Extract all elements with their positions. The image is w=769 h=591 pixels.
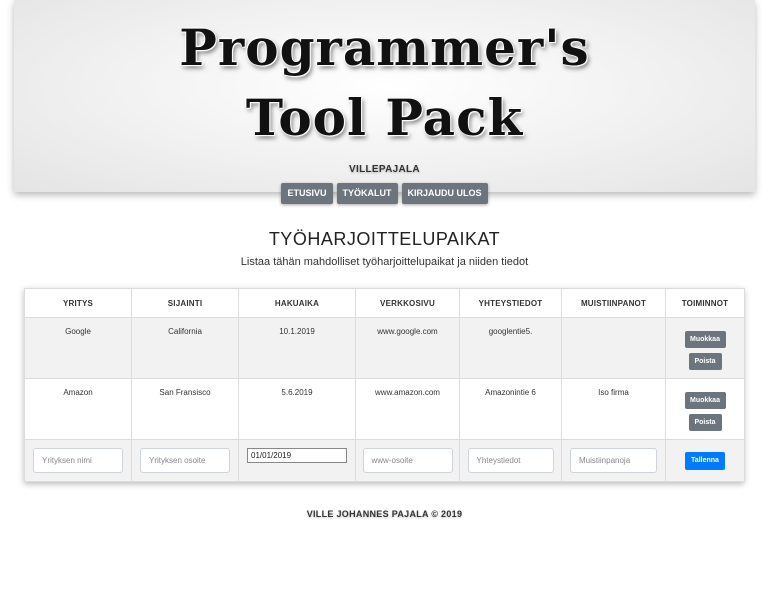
table-header-row: YRITYS SIJAINTI HAKUAIKA VERKKOSIVU YHTE… — [24, 288, 745, 318]
cell-location: San Fransisco — [131, 378, 239, 440]
table-row: Amazon San Fransisco 5.6.2019 www.amazon… — [24, 378, 745, 440]
page-subtitle: Listaa tähän mahdolliset työharjoittelup… — [240, 256, 529, 268]
cell-actions: Muokkaa Poista — [665, 378, 745, 440]
column-header-location: SIJAINTI — [131, 288, 239, 318]
nav-home-button[interactable]: ETUSIVU — [281, 183, 333, 204]
cell-website: www.google.com — [355, 317, 460, 379]
new-entry-row: Yrityksen nimi Yrityksen osoite 01/01/20… — [24, 439, 745, 482]
cell-contact: Amazonintie 6 — [459, 378, 562, 440]
logo-title-line1: Programmer's — [179, 18, 590, 77]
cell-actions: Muokkaa Poista — [665, 317, 745, 379]
cell-notes — [561, 317, 666, 379]
location-input[interactable]: Yrityksen osoite — [140, 448, 230, 473]
edit-button[interactable]: Muokkaa — [684, 392, 726, 409]
column-header-notes: MUISTIINPANOT — [561, 288, 666, 318]
website-input[interactable]: www-osoite — [362, 448, 453, 473]
cell-deadline: 5.6.2019 — [238, 378, 356, 440]
cell-location: California — [131, 317, 239, 379]
date-input[interactable]: 01/01/2019 — [247, 448, 347, 463]
column-header-company: YRITYS — [24, 288, 132, 318]
internships-table: YRITYS SIJAINTI HAKUAIKA VERKKOSIVU YHTE… — [24, 288, 745, 482]
page-header: Programmer's Tool Pack VILLEPAJALA ETUSI… — [14, 0, 755, 204]
column-header-actions: TOIMINNOT — [665, 288, 745, 318]
nav-logout-button[interactable]: KIRJAUDU ULOS — [401, 183, 488, 204]
edit-button[interactable]: Muokkaa — [684, 331, 726, 348]
delete-button[interactable]: Poista — [688, 353, 722, 370]
nav-tools-button[interactable]: TYÖKALUT — [336, 183, 398, 204]
internships-table-card: YRITYS SIJAINTI HAKUAIKA VERKKOSIVU YHTE… — [24, 288, 745, 482]
column-header-contact: YHTEYSTIEDOT — [459, 288, 562, 318]
cell-deadline: 10.1.2019 — [238, 317, 356, 379]
save-button[interactable]: Tallenna — [685, 451, 725, 470]
main-nav: ETUSIVU TYÖKALUT KIRJAUDU ULOS — [14, 183, 755, 204]
cell-website: www.amazon.com — [355, 378, 460, 440]
contact-input[interactable]: Yhteystiedot — [467, 448, 554, 473]
logo-title-line2: Tool Pack — [245, 88, 524, 147]
column-header-website: VERKKOSIVU — [355, 288, 460, 318]
footer-copyright: VILLE JOHANNES PAJALA © 2019 — [306, 509, 463, 519]
cell-company: Google — [24, 317, 132, 379]
username-label: VILLEPAJALA — [349, 164, 420, 175]
page-title: TYÖHARJOITTELUPAIKAT — [268, 229, 501, 249]
cell-contact: googlentie5. — [459, 317, 562, 379]
table-row: Google California 10.1.2019 www.google.c… — [24, 317, 745, 379]
company-input[interactable]: Yrityksen nimi — [33, 448, 123, 473]
cell-notes: Iso firma — [561, 378, 666, 440]
column-header-deadline: HAKUAIKA — [238, 288, 356, 318]
notes-input[interactable]: Muistiinpanoja — [570, 448, 657, 473]
cell-company: Amazon — [24, 378, 132, 440]
delete-button[interactable]: Poista — [688, 414, 722, 431]
